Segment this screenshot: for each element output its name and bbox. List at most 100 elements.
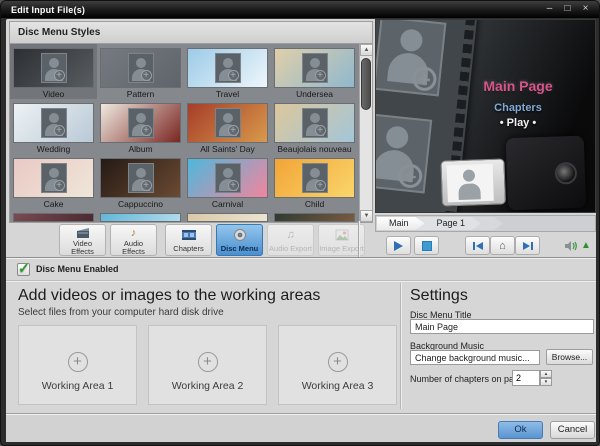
style-thumbnail-beaujolais[interactable]: + Beaujolais nouveau [271, 99, 358, 154]
add-icon: + [141, 125, 152, 136]
ok-button[interactable]: Ok [498, 421, 543, 439]
style-thumbnail-travel[interactable]: + Travel [184, 44, 271, 99]
style-thumbnail-undersea[interactable]: + Undersea [271, 44, 358, 99]
title-bar: Edit Input File(s) – □ × [1, 1, 599, 18]
style-thumbnail-partial[interactable] [187, 213, 268, 222]
previous-page-button[interactable] [465, 236, 490, 255]
add-icon: + [315, 125, 326, 136]
gallery-header: Disc Menu Styles [9, 21, 373, 43]
spinner-down-icon[interactable]: ▼ [540, 378, 552, 386]
thumbnail-label: Travel [184, 89, 271, 99]
footer-bar: Ok Cancel [6, 413, 596, 442]
placeholder-person-icon: + [41, 163, 67, 193]
chapters-count-input[interactable] [512, 370, 540, 386]
style-thumbnail-child[interactable]: + Child [271, 154, 358, 209]
thumbnail-label: Carnival [184, 199, 271, 209]
scroll-down-icon[interactable]: ▼ [360, 210, 373, 222]
working-area-2[interactable]: + Working Area 2 [148, 325, 267, 405]
gallery-scrollbar[interactable]: ▲ ▼ [359, 44, 372, 222]
placeholder-person-icon: + [41, 53, 67, 83]
home-icon: ⌂ [499, 240, 506, 252]
camcorder-body [506, 136, 586, 211]
toolbar-divider [358, 221, 359, 257]
edit-toolbar: Video Effects ♪ Audio Effects Chapters D… [9, 223, 373, 257]
style-thumbnail-partial[interactable] [100, 213, 181, 222]
scroll-up-icon[interactable]: ▲ [360, 44, 373, 56]
menu-title-text[interactable]: Main Page [463, 78, 573, 94]
stop-icon [422, 241, 432, 251]
add-icon: + [328, 352, 348, 372]
preview-page-tabs: Main Page 1 [375, 215, 596, 232]
placeholder-person-icon: + [41, 108, 67, 138]
settings-heading: Settings [410, 287, 468, 305]
close-button[interactable]: × [580, 2, 591, 16]
next-icon [522, 241, 534, 251]
minimize-button[interactable]: – [544, 2, 555, 16]
style-gallery: + Video + Pattern + Travel + Undersea + [9, 43, 373, 223]
add-icon: + [315, 70, 326, 81]
home-page-button[interactable]: ⌂ [490, 236, 515, 255]
maximize-button[interactable]: □ [562, 2, 573, 16]
style-thumbnail-video[interactable]: + Video [10, 44, 97, 99]
placeholder-person-icon: + [302, 53, 328, 83]
working-area-3[interactable]: + Working Area 3 [278, 325, 397, 405]
tab-page-1[interactable]: Page 1 [417, 217, 482, 230]
volume-up-icon: ▲ [581, 240, 591, 251]
add-icon: + [54, 70, 65, 81]
background-music-input[interactable] [410, 350, 540, 365]
working-area-1[interactable]: + Working Area 1 [18, 325, 137, 405]
placeholder-person-icon: + [302, 108, 328, 138]
disc-menu-title-input[interactable] [410, 319, 594, 334]
chapters-per-page-label: Number of chapters on page: [410, 374, 527, 384]
placeholder-person-icon: + [128, 163, 154, 193]
style-thumbnail-all-saints-day[interactable]: + All Saints' Day [184, 99, 271, 154]
style-thumbnail-wedding[interactable]: + Wedding [10, 99, 97, 154]
add-icon: + [54, 180, 65, 191]
audio-effects-button[interactable]: ♪ Audio Effects [110, 224, 157, 256]
next-page-button[interactable] [515, 236, 540, 255]
browse-button[interactable]: Browse... [546, 349, 593, 365]
style-thumbnail-cappuccino[interactable]: + Cappuccino [97, 154, 184, 209]
add-icon: + [315, 180, 326, 191]
style-thumbnail-album[interactable]: + Album [97, 99, 184, 154]
style-thumbnail-partial[interactable] [274, 213, 355, 222]
cancel-button[interactable]: Cancel [550, 421, 595, 439]
tab-main[interactable]: Main [377, 217, 425, 230]
thumbnail-label: Beaujolais nouveau [271, 144, 358, 154]
disc-menu-enabled-checkbox[interactable]: ✓ [17, 263, 30, 276]
audio-export-button[interactable]: ♫ Audio Export [267, 224, 314, 256]
placeholder-person-icon: + [128, 53, 154, 83]
style-thumbnail-cake[interactable]: + Cake [10, 154, 97, 209]
window-controls: – □ × [544, 2, 591, 16]
thumbnail-label: Album [97, 144, 184, 154]
scrollbar-thumb[interactable] [361, 58, 371, 110]
camcorder-screen [440, 158, 506, 206]
dialog-window: Edit Input File(s) – □ × Disc Menu Style… [0, 0, 600, 446]
style-thumbnail-partial[interactable] [13, 213, 94, 222]
thumbnail-label: Child [271, 199, 358, 209]
video-placeholder-frame[interactable]: + [375, 19, 446, 96]
spinner-up-icon[interactable]: ▲ [540, 370, 552, 378]
section-divider [400, 283, 401, 409]
play-button[interactable] [386, 236, 411, 255]
disc-menu-enabled-label: Disc Menu Enabled [36, 264, 119, 274]
disc-menu-button[interactable]: Disc Menu [216, 224, 263, 256]
add-icon: + [228, 70, 239, 81]
speaker-icon [564, 240, 578, 252]
placeholder-person-icon: + [215, 163, 241, 193]
style-thumbnail-carnival[interactable]: + Carnival [184, 154, 271, 209]
menu-chapters-link[interactable]: Chapters [463, 102, 573, 114]
chapters-button[interactable]: Chapters [165, 224, 212, 256]
speaker-button[interactable] [563, 236, 579, 255]
stop-button[interactable] [414, 236, 439, 255]
status-row: ✓ Disc Menu Enabled [9, 259, 593, 279]
camcorder-graphic [440, 133, 593, 213]
video-placeholder-frame[interactable]: + [375, 113, 432, 193]
video-effects-button[interactable]: Video Effects [59, 224, 106, 256]
menu-play-link[interactable]: • Play • [463, 117, 573, 129]
volume-popup-button[interactable]: ▲ [580, 236, 592, 255]
add-subheading: Select files from your computer hard dis… [18, 307, 224, 318]
audio-export-icon: ♫ [268, 229, 313, 242]
dialog-content: Disc Menu Styles + Video + Pattern + Tra… [6, 19, 596, 442]
style-thumbnail-pattern[interactable]: + Pattern [97, 44, 184, 99]
